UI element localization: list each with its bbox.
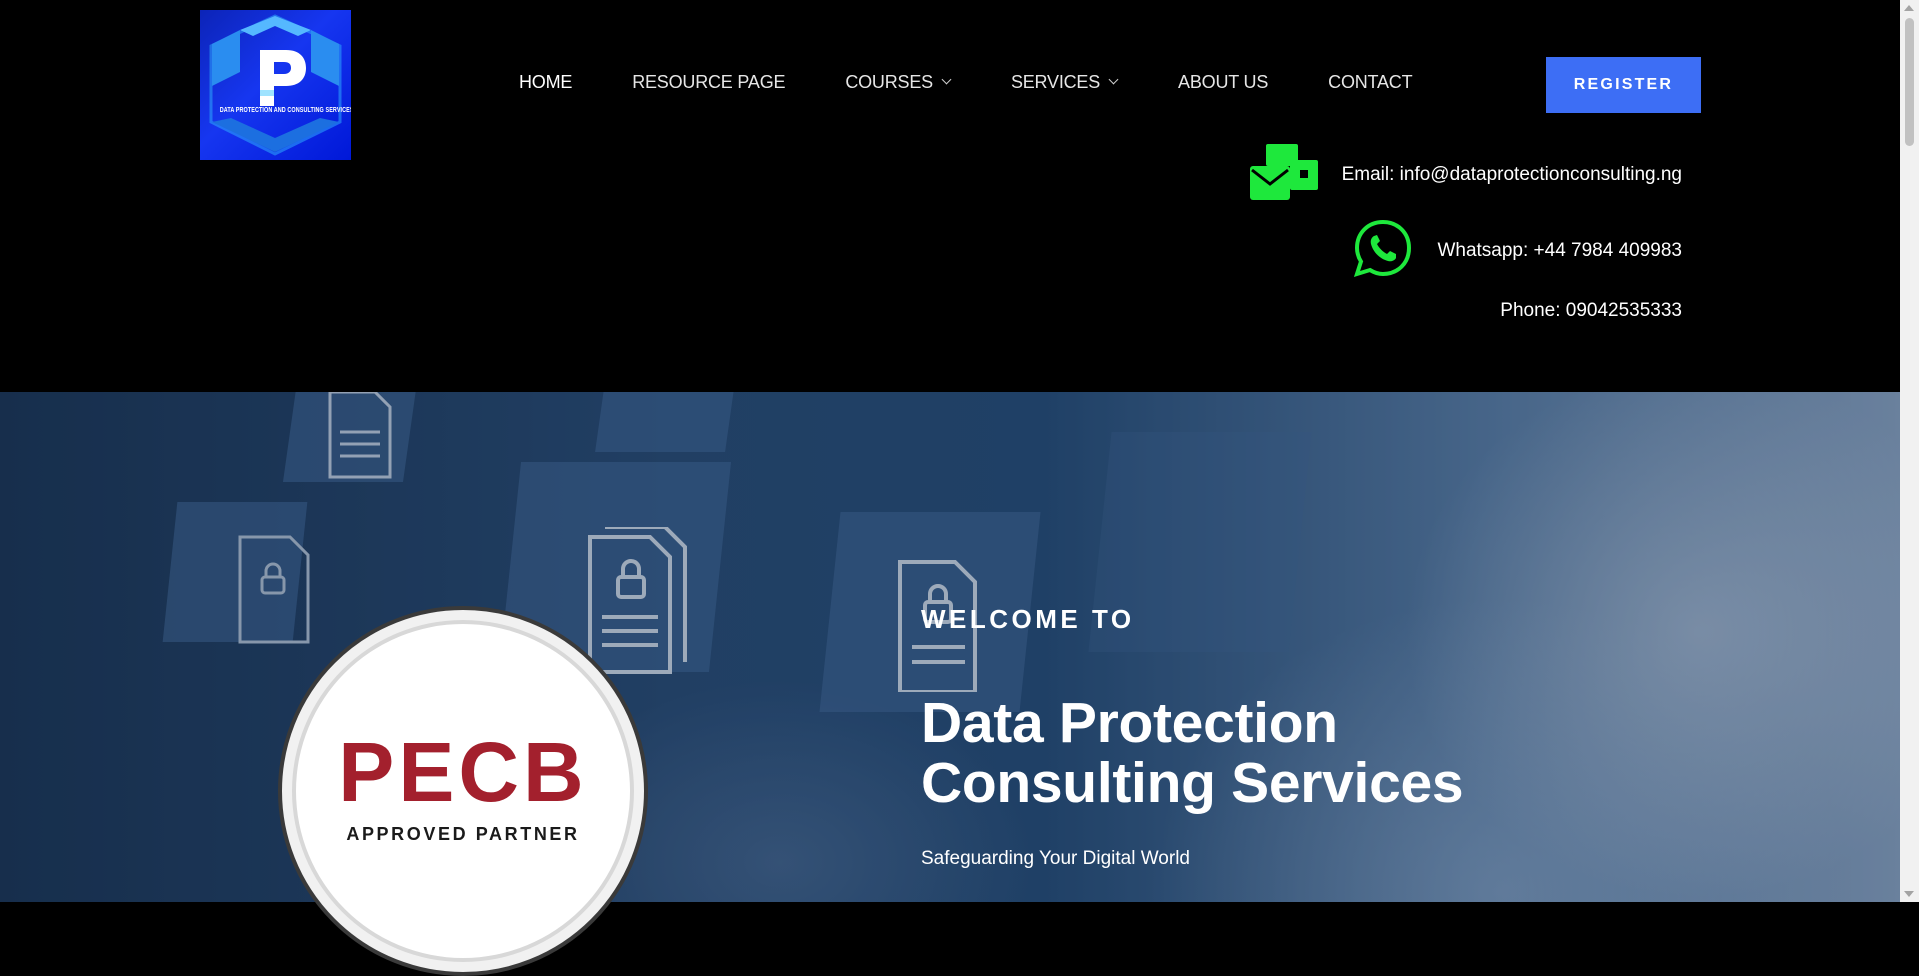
nav-courses-label: COURSES <box>845 72 933 92</box>
nav-services[interactable]: SERVICES <box>1011 72 1118 93</box>
pecb-logo-text: PECB <box>338 725 588 819</box>
chevron-down-icon <box>1110 76 1118 84</box>
page-scrollbar[interactable] <box>1900 0 1919 902</box>
whatsapp-text: Whatsapp: +44 7984 409983 <box>1437 240 1682 261</box>
phone-contact[interactable]: Phone: 09042535333 <box>1500 300 1682 322</box>
main-nav: HOME RESOURCE PAGE COURSES SERVICES ABOU… <box>519 72 1472 93</box>
company-logo[interactable]: DATA PROTECTION AND CONSULTING SERVICES <box>200 10 351 160</box>
nav-about-us[interactable]: ABOUT US <box>1178 72 1268 93</box>
nav-resource-label: RESOURCE PAGE <box>632 72 786 92</box>
nav-contact-label: CONTACT <box>1328 72 1413 92</box>
whatsapp-contact[interactable]: Whatsapp: +44 7984 409983 <box>1353 218 1682 284</box>
email-contact[interactable]: Email: info@dataprotectionconsulting.ng <box>1249 142 1682 208</box>
nav-resource-page[interactable]: RESOURCE PAGE <box>632 72 785 93</box>
hero-welcome: WELCOME TO <box>921 604 1135 634</box>
hero-title-line1: Data Protection <box>921 691 1338 755</box>
email-text: Email: info@dataprotectionconsulting.ng <box>1341 164 1682 185</box>
logo-emblem-icon <box>209 14 342 156</box>
nav-home[interactable]: HOME <box>519 72 572 93</box>
nav-courses[interactable]: COURSES <box>845 72 951 93</box>
nav-services-label: SERVICES <box>1010 72 1101 92</box>
whatsapp-icon <box>1353 218 1413 284</box>
scroll-down-arrow-icon[interactable] <box>1904 891 1914 897</box>
phone-text: Phone: 09042535333 <box>1500 300 1682 321</box>
nav-about-label: ABOUT US <box>1178 72 1269 92</box>
pecb-partner-badge: PECB APPROVED PARTNER <box>278 606 648 976</box>
scroll-thumb[interactable] <box>1905 18 1914 146</box>
hero-tagline: Safeguarding Your Digital World <box>921 848 1190 869</box>
site-header: DATA PROTECTION AND CONSULTING SERVICES … <box>0 0 1900 392</box>
scroll-up-arrow-icon[interactable] <box>1904 5 1914 11</box>
nav-contact[interactable]: CONTACT <box>1328 72 1412 93</box>
hero-title: Data Protection Consulting Services <box>921 693 1621 813</box>
nav-home-label: HOME <box>519 72 573 92</box>
register-button[interactable]: REGISTER <box>1546 57 1701 113</box>
chevron-down-icon <box>943 76 951 84</box>
pecb-subtitle: APPROVED PARTNER <box>346 824 580 844</box>
hero-title-line2: Consulting Services <box>921 751 1464 815</box>
envelope-icon <box>1249 142 1318 208</box>
logo-text: DATA PROTECTION AND CONSULTING SERVICES <box>219 107 351 114</box>
